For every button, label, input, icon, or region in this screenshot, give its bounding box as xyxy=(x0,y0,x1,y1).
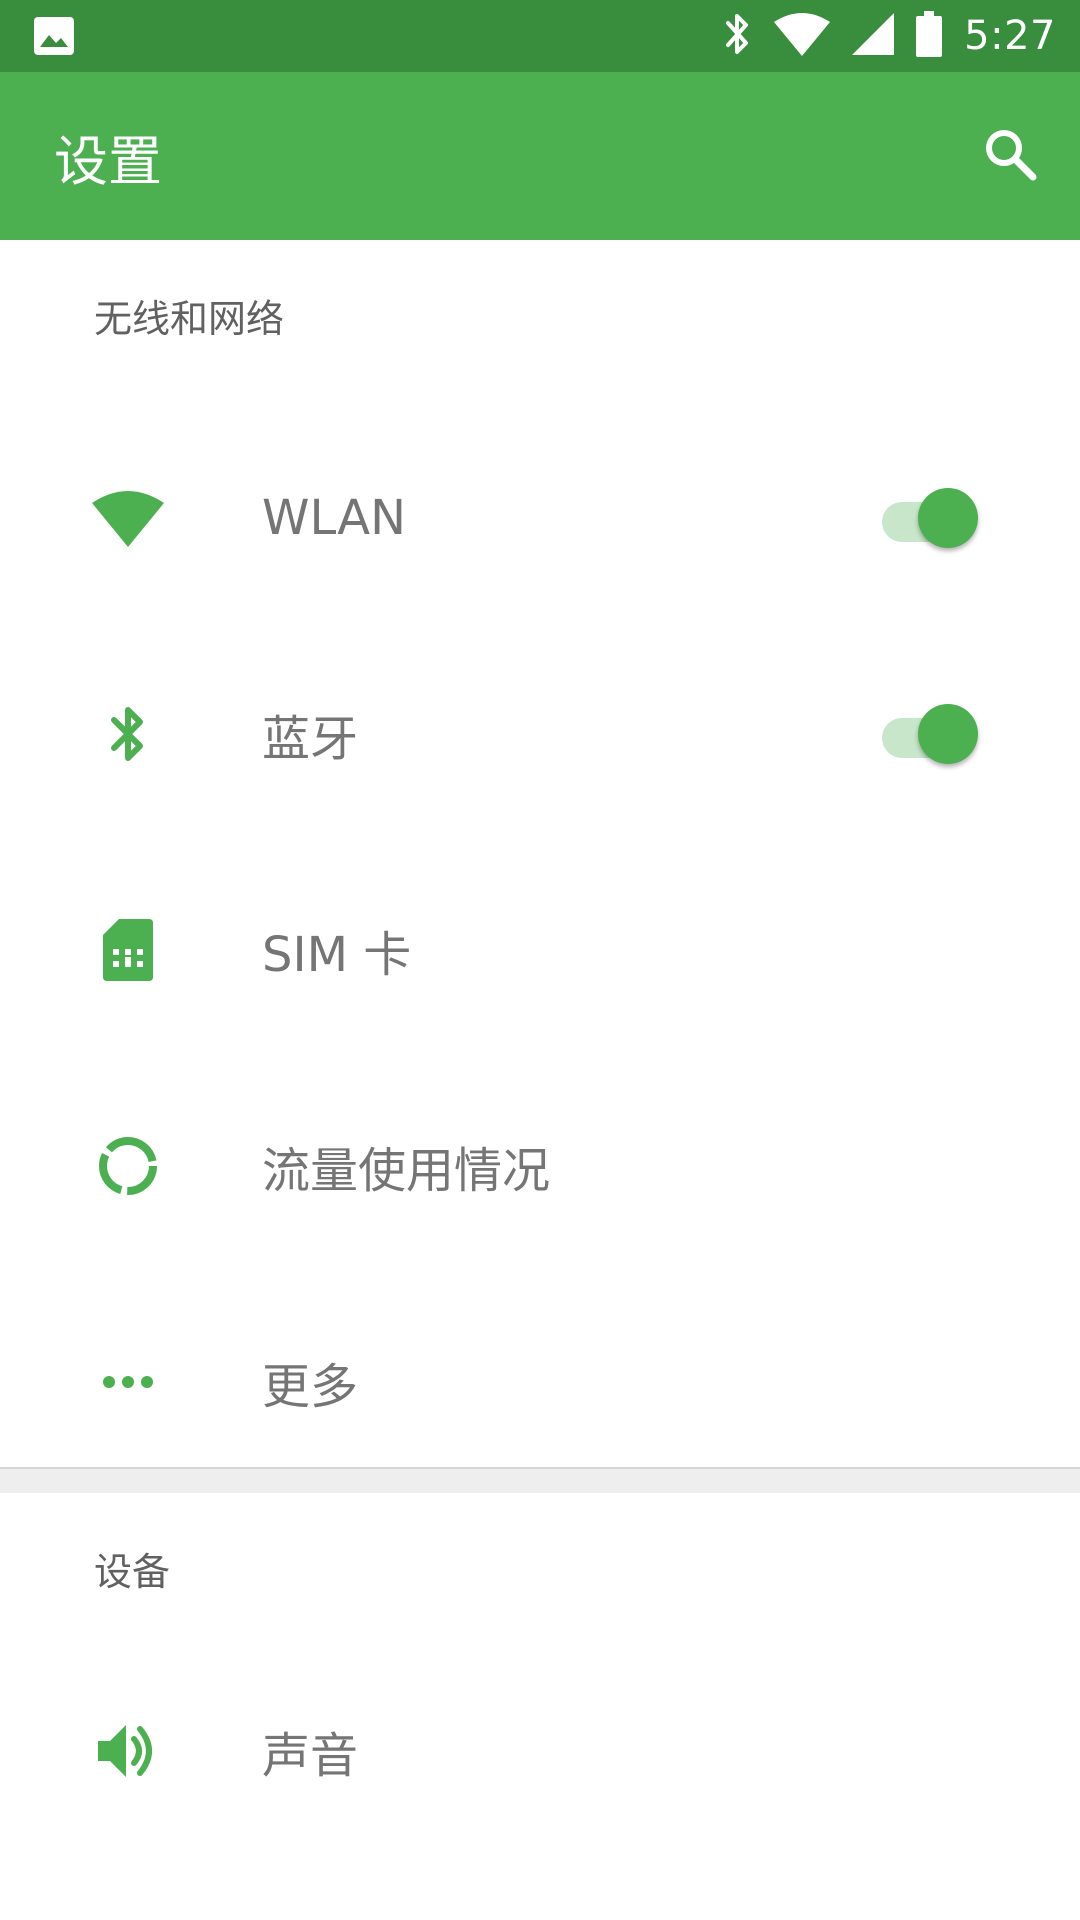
section-wireless: 无线和网络 WLAN 蓝牙 SIM 卡 流量使用情况 更多 xyxy=(0,240,1080,1467)
bluetooth-toggle[interactable] xyxy=(882,701,978,767)
settings-item-label: SIM 卡 xyxy=(262,927,412,983)
search-icon xyxy=(982,126,1038,186)
settings-item-label: 声音 xyxy=(262,1728,359,1784)
section-header: 无线和网络 xyxy=(94,297,285,341)
wlan-toggle[interactable] xyxy=(882,485,978,551)
settings-item-more[interactable]: 更多 xyxy=(0,1274,1080,1490)
section-header: 设备 xyxy=(94,1550,171,1594)
status-bar: 5:27 xyxy=(0,0,1080,72)
search-button[interactable] xyxy=(970,116,1050,196)
data-usage-icon xyxy=(88,1126,168,1206)
wifi-icon xyxy=(88,478,168,558)
more-horiz-icon xyxy=(88,1342,168,1422)
settings-item-label: 蓝牙 xyxy=(262,711,359,767)
page-title: 设置 xyxy=(54,129,162,193)
status-icons: 5:27 xyxy=(722,0,1056,72)
switch-thumb xyxy=(918,488,978,548)
settings-item-sound[interactable]: 声音 xyxy=(0,1643,1080,1859)
section-device: 设备 声音 xyxy=(0,1493,1080,1920)
image-icon xyxy=(34,17,74,55)
settings-item-wlan[interactable]: WLAN xyxy=(0,410,1080,626)
bluetooth-icon xyxy=(88,694,168,774)
section-divider xyxy=(0,1467,1080,1493)
status-time: 5:27 xyxy=(964,13,1056,59)
settings-item-label: WLAN xyxy=(262,490,407,546)
switch-thumb xyxy=(918,704,978,764)
settings-item-data-usage[interactable]: 流量使用情况 xyxy=(0,1058,1080,1274)
settings-item-bluetooth[interactable]: 蓝牙 xyxy=(0,626,1080,842)
volume-icon xyxy=(88,1711,168,1791)
wifi-icon xyxy=(774,12,831,60)
settings-item-sim[interactable]: SIM 卡 xyxy=(0,842,1080,1058)
settings-item-label: 流量使用情况 xyxy=(262,1143,551,1199)
battery-icon xyxy=(916,11,943,61)
app-toolbar: 设置 xyxy=(0,72,1080,240)
settings-item-label: 更多 xyxy=(262,1359,359,1415)
bluetooth-icon xyxy=(722,11,752,61)
cell-signal-icon xyxy=(852,13,895,59)
sim-card-icon xyxy=(88,910,168,990)
